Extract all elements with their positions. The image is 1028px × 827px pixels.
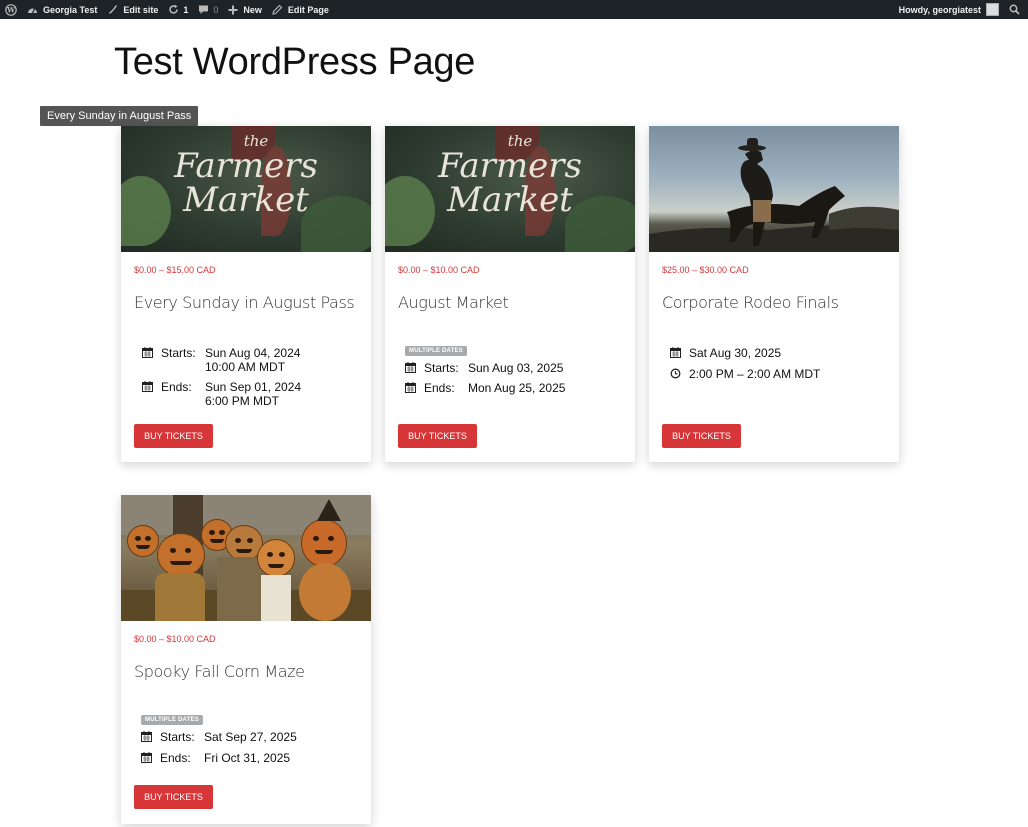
edit-site-link[interactable]: Edit site [102, 0, 163, 19]
search-icon [1009, 4, 1020, 15]
calendar-icon [405, 381, 419, 394]
time-row: 2:00 PM – 2:00 AM MDT [670, 367, 886, 381]
multiple-dates-badge: MULTIPLE DATES [405, 346, 467, 356]
farmers-market-image[interactable]: the Farmers Market [121, 126, 371, 252]
comment-icon [199, 5, 209, 14]
multiple-dates-badge: MULTIPLE DATES [141, 715, 203, 725]
price-range: $0.00 – $10.00 CAD [134, 634, 216, 644]
dashboard-icon [28, 8, 37, 13]
event-title[interactable]: Every Sunday in August Pass [134, 293, 358, 313]
price-range: $0.00 – $15.00 CAD [134, 265, 216, 275]
start-time: 10:00 AM MDT [205, 360, 286, 374]
end-date: Sun Sep 01, 2024 [205, 380, 302, 394]
logo-large-text: Farmers Market [174, 146, 318, 220]
admin-bar: W Georgia Test Edit site 1 0 New Edit Pa… [0, 0, 1028, 19]
starts-label: Starts: [160, 730, 195, 744]
event-card: the Farmers Market $0.00 – $10.00 CAD Au… [385, 126, 635, 462]
buy-tickets-button[interactable]: BUY TICKETS [662, 424, 741, 448]
new-content-link[interactable]: New [223, 0, 267, 19]
calendar-icon [670, 346, 684, 359]
page-title: Test WordPress Page [114, 41, 476, 83]
end-row: Ends: Mon Aug 25, 2025 [405, 381, 622, 395]
pumpkin-scarecrows-image[interactable] [121, 495, 371, 621]
plus-icon [228, 5, 238, 14]
brush-icon [109, 5, 118, 14]
clock-icon [670, 367, 684, 380]
starts-label: Starts: [161, 346, 196, 360]
start-row: Starts: Sat Sep 27, 2025 [141, 730, 358, 744]
buy-tickets-button[interactable]: BUY TICKETS [134, 785, 213, 809]
avatar [986, 3, 999, 16]
end-date: Mon Aug 25, 2025 [468, 381, 566, 395]
edit-page-link[interactable]: Edit Page [267, 0, 334, 19]
ends-label: Ends: [161, 380, 192, 394]
date-row: Sat Aug 30, 2025 [670, 346, 886, 360]
farmers-market-image[interactable]: the Farmers Market [385, 126, 635, 252]
event-card: the Farmers Market $0.00 – $15.00 CAD Ev… [121, 126, 371, 462]
start-row: Starts: Sun Aug 03, 2025 [405, 361, 622, 375]
buy-tickets-button[interactable]: BUY TICKETS [398, 424, 477, 448]
rodeo-rider-image[interactable] [649, 126, 899, 252]
wordpress-logo-icon[interactable]: W [0, 0, 22, 19]
my-account-link[interactable]: Howdy, georgiatest [894, 0, 1004, 19]
site-name-link[interactable]: Georgia Test [22, 0, 102, 19]
comments-count: 0 [213, 4, 219, 15]
pencil-icon [272, 4, 283, 15]
logo-large-text: Farmers Market [438, 146, 582, 220]
start-row: Starts: Sun Aug 04, 2024 10:00 AM MDT [142, 346, 358, 374]
event-card: $25.00 – $30.00 CAD Corporate Rodeo Fina… [649, 126, 899, 462]
event-title[interactable]: Corporate Rodeo Finals [662, 293, 886, 313]
event-date: Sat Aug 30, 2025 [689, 346, 782, 360]
buy-tickets-button[interactable]: BUY TICKETS [134, 424, 213, 448]
end-row: Ends: Fri Oct 31, 2025 [141, 751, 358, 765]
calendar-icon [142, 380, 156, 393]
end-row: Ends: Sun Sep 01, 2024 6:00 PM MDT [142, 380, 358, 408]
site-name-label: Georgia Test [43, 4, 98, 15]
new-label: New [243, 4, 262, 15]
event-time: 2:00 PM – 2:00 AM MDT [689, 367, 821, 381]
price-range: $0.00 – $10.00 CAD [398, 265, 480, 275]
ends-label: Ends: [160, 751, 191, 765]
ends-label: Ends: [424, 381, 455, 395]
event-title[interactable]: Spooky Fall Corn Maze [134, 662, 358, 682]
start-date: Sat Sep 27, 2025 [204, 730, 297, 744]
calendar-icon [141, 730, 155, 743]
starts-label: Starts: [424, 361, 459, 375]
end-date: Fri Oct 31, 2025 [204, 751, 291, 765]
tooltip: Every Sunday in August Pass [40, 106, 199, 126]
comments-link[interactable]: 0 [193, 0, 223, 19]
start-date: Sun Aug 03, 2025 [468, 361, 564, 375]
howdy-label: Howdy, georgiatest [898, 4, 981, 15]
end-time: 6:00 PM MDT [205, 394, 280, 408]
search-toggle[interactable] [1004, 0, 1028, 19]
event-card: $0.00 – $10.00 CAD Spooky Fall Corn Maze… [121, 495, 371, 824]
edit-page-label: Edit Page [287, 4, 329, 15]
updates-link[interactable]: 1 [163, 0, 193, 19]
calendar-icon [141, 751, 155, 764]
farmers-market-logo: the Farmers Market [121, 134, 371, 220]
farmers-market-logo: the Farmers Market [385, 134, 635, 220]
price-range: $25.00 – $30.00 CAD [662, 265, 749, 275]
event-title[interactable]: August Market [398, 293, 622, 313]
updates-icon [169, 4, 179, 14]
edit-site-label: Edit site [123, 4, 159, 15]
updates-count: 1 [183, 4, 189, 15]
start-date: Sun Aug 04, 2024 [205, 346, 301, 360]
calendar-icon [142, 346, 156, 359]
svg-text:W: W [6, 5, 15, 14]
calendar-icon [405, 361, 419, 374]
